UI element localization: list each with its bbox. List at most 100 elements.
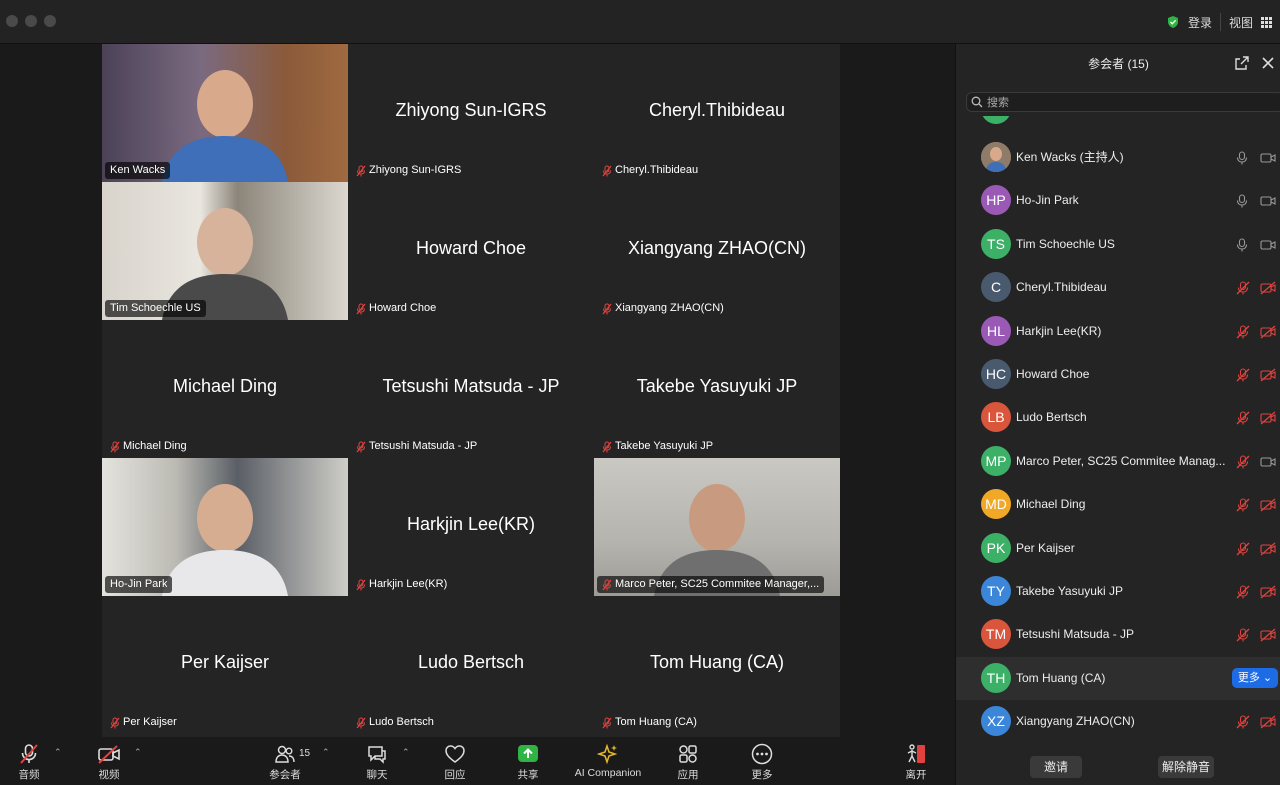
shield-icon[interactable] <box>1166 15 1180 29</box>
participant-row[interactable]: XZ Xiangyang ZHAO(CN) <box>956 700 1280 741</box>
participant-row[interactable]: TY Takebe Yasuyuki JP <box>956 570 1280 613</box>
participant-name: Ho-Jin Park <box>1016 193 1079 208</box>
login-button[interactable]: 登录 <box>1188 14 1212 31</box>
chat-options-caret[interactable]: ⌃ <box>402 747 410 758</box>
participants-options-caret[interactable]: ⌃ <box>322 747 330 758</box>
camera-off-icon[interactable] <box>1260 368 1276 382</box>
audio-label: 音频 <box>18 769 40 781</box>
mic-icon[interactable] <box>1236 151 1248 165</box>
participant-name-large: Per Kaijser <box>180 652 270 672</box>
grid-view-icon[interactable] <box>1261 16 1272 28</box>
participant-name-label: Per Kaijser <box>105 714 182 731</box>
camera-off-icon[interactable] <box>1260 542 1276 556</box>
zoom-window-button[interactable] <box>44 15 56 27</box>
muted-mic-icon[interactable] <box>1236 542 1250 556</box>
video-tile[interactable]: Ken Wacks <box>102 44 348 182</box>
audio-button[interactable]: 音频 <box>14 743 44 782</box>
react-button[interactable]: 回应 <box>440 743 470 782</box>
participant-row[interactable]: Ken Wacks (主持人) <box>956 136 1280 179</box>
video-tile[interactable]: Tom Huang (CA) Tom Huang (CA) <box>594 596 840 734</box>
camera-icon[interactable] <box>1260 455 1276 469</box>
mic-icon[interactable] <box>1236 238 1248 252</box>
video-tile[interactable]: Tetsushi Matsuda - JP Tetsushi Matsuda - … <box>348 320 594 458</box>
muted-mic-icon[interactable] <box>1236 585 1250 599</box>
participant-row[interactable]: MD Michael Ding <box>956 483 1280 526</box>
participant-row[interactable]: TM Tetsushi Matsuda - JP <box>956 613 1280 656</box>
muted-mic-icon[interactable] <box>1236 455 1250 469</box>
view-button[interactable]: 视图 <box>1229 14 1253 31</box>
camera-off-icon[interactable] <box>1260 585 1276 599</box>
camera-icon[interactable] <box>1260 194 1276 208</box>
video-tile[interactable]: Marco Peter, SC25 Commitee Manager,... <box>594 458 840 596</box>
audio-options-caret[interactable]: ⌃ <box>54 747 62 758</box>
participant-name-label: Tetsushi Matsuda - JP <box>351 438 482 455</box>
close-icon[interactable] <box>1261 56 1275 70</box>
video-tile[interactable]: Ho-Jin Park <box>102 458 348 596</box>
muted-mic-icon <box>356 717 366 728</box>
camera-icon[interactable] <box>1260 238 1276 252</box>
video-options-caret[interactable]: ⌃ <box>134 747 142 758</box>
camera-off-icon[interactable] <box>1260 411 1276 425</box>
video-tile[interactable]: Ludo Bertsch Ludo Bertsch <box>348 596 594 734</box>
participant-search[interactable]: 搜索 <box>966 92 1280 112</box>
camera-off-icon[interactable] <box>1260 325 1276 339</box>
video-tile[interactable]: Xiangyang ZHAO(CN) Xiangyang ZHAO(CN) <box>594 182 840 320</box>
participant-row[interactable]: HL Harkjin Lee(KR) <box>956 310 1280 353</box>
camera-off-icon[interactable] <box>1260 715 1276 729</box>
participant-name: Cheryl.Thibideau <box>1016 280 1107 295</box>
participant-row[interactable]: LB Ludo Bertsch <box>956 396 1280 439</box>
video-tile[interactable]: Tim Schoechle US <box>102 182 348 320</box>
avatar: MD <box>981 489 1011 520</box>
camera-off-icon[interactable] <box>1260 498 1276 512</box>
video-tile[interactable]: Cheryl.Thibideau Cheryl.Thibideau <box>594 44 840 182</box>
participant-row[interactable]: HP Ho-Jin Park <box>956 179 1280 222</box>
participant-name-label: Harkjin Lee(KR) <box>351 576 452 593</box>
participant-name: Howard Choe <box>1016 367 1090 381</box>
mic-icon[interactable] <box>1236 194 1248 208</box>
share-button[interactable]: 共享 <box>513 743 543 782</box>
participant-row[interactable]: PK Per Kaijser <box>956 527 1280 570</box>
camera-icon[interactable] <box>1260 151 1276 165</box>
close-window-button[interactable] <box>6 15 18 27</box>
avatar <box>981 116 1011 124</box>
muted-mic-icon[interactable] <box>1236 325 1250 339</box>
chat-button[interactable]: 聊天 <box>362 743 392 782</box>
video-tile[interactable]: Harkjin Lee(KR) Harkjin Lee(KR) <box>348 458 594 596</box>
video-tile[interactable]: Takebe Yasuyuki JP Takebe Yasuyuki JP <box>594 320 840 458</box>
muted-mic-icon[interactable] <box>1236 368 1250 382</box>
minimize-window-button[interactable] <box>25 15 37 27</box>
video-tile[interactable]: Michael Ding Michael Ding <box>102 320 348 458</box>
invite-button[interactable]: 邀请 <box>1030 756 1082 778</box>
leave-button[interactable]: 离开 <box>901 743 931 782</box>
unmute-all-button[interactable]: 解除静音 <box>1158 756 1214 778</box>
search-input[interactable]: 搜索 <box>987 94 1009 110</box>
muted-mic-icon[interactable] <box>1236 281 1250 295</box>
participant-row[interactable]: C Cheryl.Thibideau <box>956 266 1280 309</box>
camera-off-icon[interactable] <box>1260 628 1276 642</box>
video-tile[interactable]: Per Kaijser Per Kaijser <box>102 596 348 734</box>
muted-mic-icon[interactable] <box>1236 628 1250 642</box>
ai-companion-label: AI Companion <box>574 767 642 779</box>
participant-row[interactable]: MP Marco Peter, SC25 Commitee Manag... <box>956 440 1280 483</box>
more-button[interactable]: 更多 <box>747 743 777 782</box>
ai-companion-button[interactable]: AI Companion <box>570 743 646 779</box>
more-options-button[interactable]: 更多 ⌄ <box>1232 667 1278 688</box>
participant-row[interactable]: TS Tim Schoechle US <box>956 223 1280 266</box>
gallery-view: Ken Wacks Zhiyong Sun-IGRS Zhiyong Sun-IGR… <box>102 44 840 737</box>
participant-row[interactable]: TH Tom Huang (CA) 更多 ⌄ <box>956 656 1280 700</box>
muted-mic-icon <box>602 303 612 314</box>
muted-mic-icon[interactable] <box>1236 411 1250 425</box>
pop-out-icon[interactable] <box>1235 56 1249 70</box>
participants-count: 15 <box>299 748 311 759</box>
participant-name: Xiangyang ZHAO(CN) <box>1016 714 1135 729</box>
video-tile[interactable]: Zhiyong Sun-IGRS Zhiyong Sun-IGRS <box>348 44 594 182</box>
participant-name-label: Ho-Jin Park <box>105 576 173 593</box>
muted-mic-icon[interactable] <box>1236 498 1250 512</box>
apps-button[interactable]: 应用 <box>673 743 703 782</box>
camera-off-icon[interactable] <box>1260 281 1276 295</box>
participant-name-label: Zhiyong Sun-IGRS <box>351 162 466 179</box>
muted-mic-icon[interactable] <box>1236 715 1250 729</box>
video-tile[interactable]: Howard Choe Howard Choe <box>348 182 594 320</box>
participant-row[interactable]: HC Howard Choe <box>956 353 1280 396</box>
video-button[interactable]: 视频 <box>94 743 124 782</box>
